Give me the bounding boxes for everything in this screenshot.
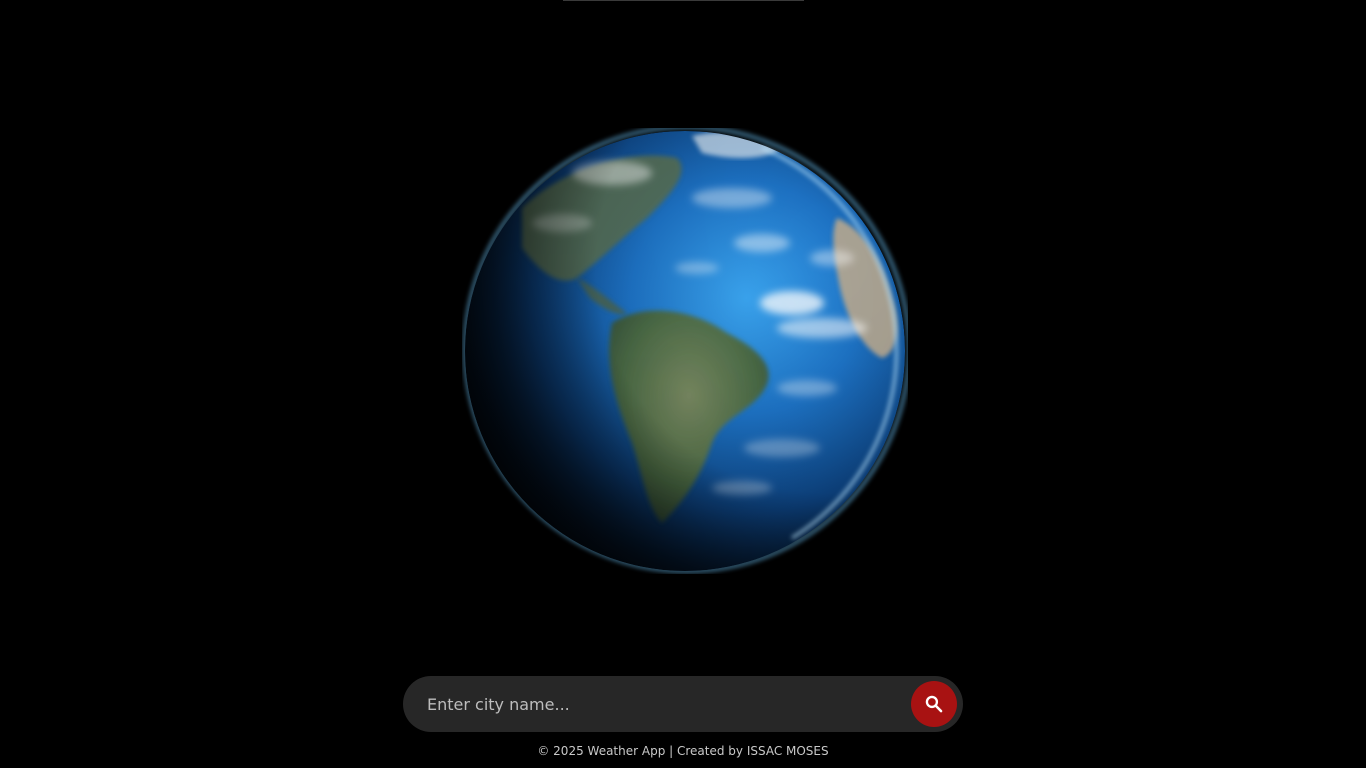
earth-globe-image	[462, 128, 908, 574]
search-bar	[403, 676, 963, 732]
weather-app-page: © 2025 Weather App | Created by ISSAC MO…	[0, 0, 1366, 768]
search-icon	[925, 695, 943, 713]
earth-globe-graphic	[463, 128, 908, 573]
top-divider	[563, 0, 804, 1]
footer-credit: © 2025 Weather App | Created by ISSAC MO…	[537, 744, 829, 758]
city-search-input[interactable]	[427, 676, 897, 732]
search-button[interactable]	[911, 681, 957, 727]
